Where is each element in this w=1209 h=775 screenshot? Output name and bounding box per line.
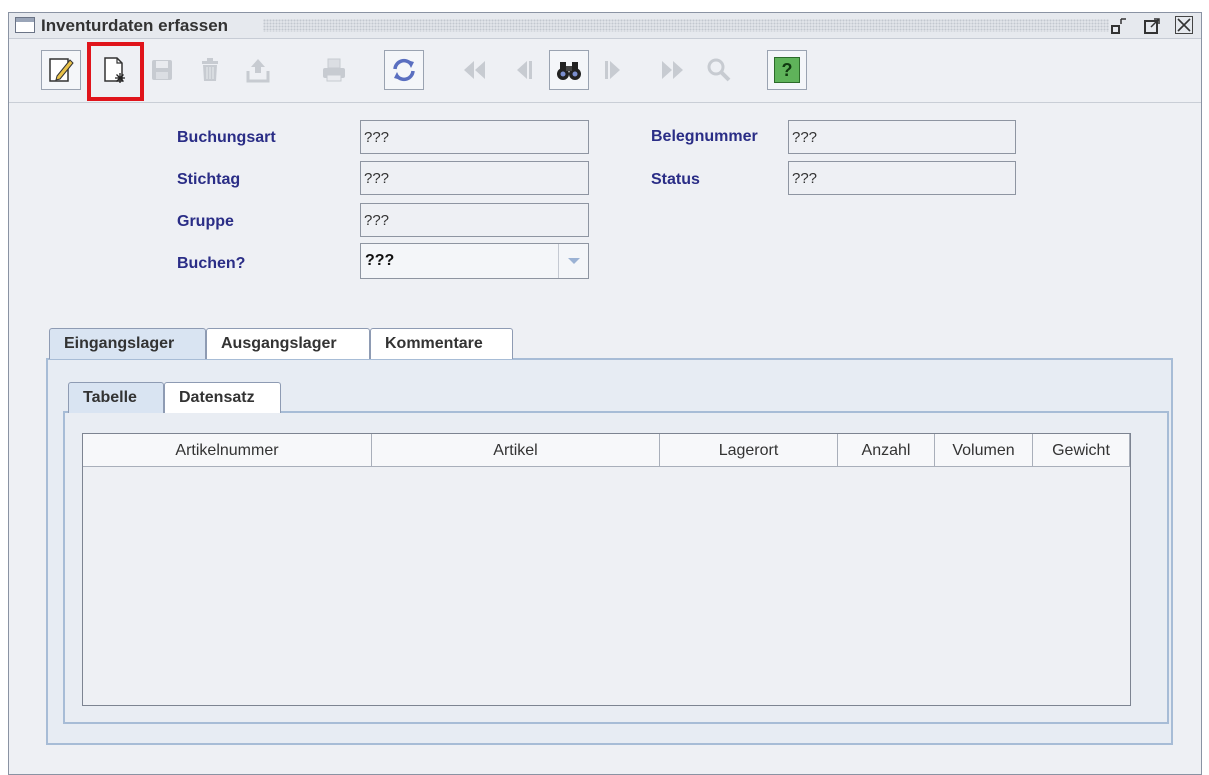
column-header-gewicht[interactable]: Gewicht — [1033, 434, 1130, 467]
column-header-artikel[interactable]: Artikel — [372, 434, 660, 467]
column-header-lagerort[interactable]: Lagerort — [660, 434, 838, 467]
subtab-datensatz[interactable]: Datensatz — [164, 382, 281, 413]
export-button[interactable] — [238, 50, 278, 90]
delete-button[interactable] — [190, 50, 230, 90]
buchungsart-field[interactable]: ??? — [360, 120, 589, 154]
binoculars-icon — [557, 62, 581, 80]
column-header-anzahl[interactable]: Anzahl — [838, 434, 935, 467]
help-label: ? — [781, 60, 793, 80]
belegnummer-label: Belegnummer — [651, 128, 758, 145]
delete-icon — [202, 58, 218, 81]
buchen-value: ??? — [365, 252, 395, 269]
help-button[interactable]: ? — [767, 50, 807, 90]
edit-button[interactable] — [41, 50, 81, 90]
articles-table[interactable]: Artikelnummer Artikel Lagerort Anzahl Vo… — [82, 433, 1131, 706]
close-button[interactable] — [1175, 16, 1193, 34]
maximize-icon — [1144, 18, 1160, 34]
refresh-icon — [393, 58, 415, 82]
inventurdaten-window: Inventurdaten erfassen ? Buchungsart ???… — [8, 12, 1202, 775]
belegnummer-field[interactable]: ??? — [788, 120, 1016, 154]
previous-icon — [517, 61, 532, 79]
search-button[interactable] — [699, 50, 739, 90]
save-button[interactable] — [142, 50, 182, 90]
column-header-artikelnummer[interactable]: Artikelnummer — [83, 434, 372, 467]
buchungsart-label: Buchungsart — [177, 129, 276, 146]
tab-ausgangslager[interactable]: Ausgangslager — [206, 328, 370, 359]
buchen-combobox[interactable]: ??? — [360, 243, 589, 279]
print-button[interactable] — [314, 50, 354, 90]
edit-icon — [49, 58, 74, 82]
find-button[interactable] — [549, 50, 589, 90]
window-icon — [15, 17, 35, 33]
close-icon — [1177, 18, 1191, 32]
dropdown-arrow-icon[interactable] — [558, 244, 588, 278]
gruppe-field[interactable]: ??? — [360, 203, 589, 237]
toolbar: ? — [9, 40, 1201, 103]
help-icon: ? — [774, 57, 800, 83]
last-button[interactable] — [653, 50, 693, 90]
refresh-button[interactable] — [384, 50, 424, 90]
stichtag-field[interactable]: ??? — [360, 161, 589, 195]
status-label: Status — [651, 171, 700, 188]
stichtag-label: Stichtag — [177, 171, 241, 188]
tab-eingangslager[interactable]: Eingangslager — [49, 328, 206, 359]
window-title: Inventurdaten erfassen — [41, 16, 229, 35]
search-icon — [707, 58, 731, 82]
title-bar-grip — [263, 19, 1109, 32]
next-icon — [605, 61, 620, 79]
status-field[interactable]: ??? — [788, 161, 1016, 195]
previous-button[interactable] — [502, 50, 542, 90]
tab-kommentare[interactable]: Kommentare — [370, 328, 513, 359]
buchen-label: Buchen? — [177, 255, 246, 272]
first-icon — [464, 61, 485, 79]
export-icon — [246, 59, 270, 83]
new-record-highlight — [87, 42, 144, 101]
next-button[interactable] — [595, 50, 635, 90]
title-bar: Inventurdaten erfassen — [9, 13, 1201, 39]
last-icon — [662, 61, 683, 79]
save-icon — [152, 60, 172, 80]
column-header-volumen[interactable]: Volumen — [935, 434, 1033, 467]
maximize-button[interactable] — [1142, 16, 1162, 36]
subtab-tabelle[interactable]: Tabelle — [68, 382, 164, 413]
gruppe-label: Gruppe — [177, 213, 234, 230]
print-icon — [323, 58, 345, 82]
first-button[interactable] — [454, 50, 494, 90]
iconify-button[interactable] — [1109, 16, 1129, 36]
minimize-icon — [1111, 18, 1126, 34]
